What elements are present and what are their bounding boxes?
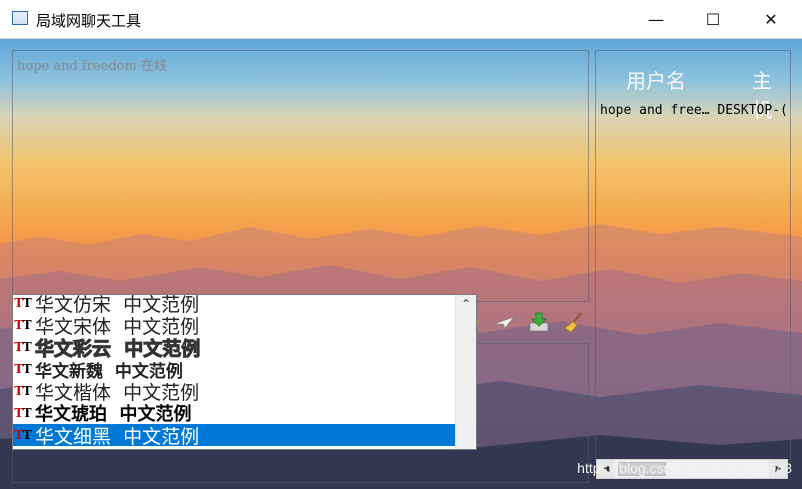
font-dropdown-list[interactable]: TT 华文仿宋 中文范例 TT 华文宋体 中文范例 TT 华文彩云 中文范例 T… [12,294,477,450]
chevron-up-icon[interactable]: ⌃ [456,295,476,313]
maximize-icon: ☐ [705,9,721,29]
truetype-icon: TT [14,362,32,376]
app-icon [12,11,28,25]
close-icon: ✕ [764,9,778,29]
user-table[interactable]: 用户名 主机 hope and free… DESKTOP-( [595,50,791,460]
dropdown-vscrollbar[interactable]: ⌃ [455,295,476,449]
broom-icon [564,312,582,333]
user-name-cell: hope and free… [600,103,710,118]
truetype-icon: TT [14,296,32,310]
truetype-icon: TT [14,340,32,354]
watermark-text: https://blog.csdn.net/qq_41488943 [577,460,792,476]
font-option[interactable]: TT 华文彩云 中文范例 [13,336,456,360]
send-file-button[interactable] [491,310,517,334]
user-host-cell: DESKTOP-( [717,103,788,118]
save-icon [529,312,549,332]
maximize-button[interactable]: ☐ [684,0,742,38]
send-file-icon [493,316,515,329]
font-option-name: 华文细黑 [35,425,112,448]
font-option-sample: 中文范例 [123,425,200,448]
truetype-icon: TT [14,384,32,398]
truetype-icon: TT [14,428,32,442]
title-bar: 局域网聊天工具 — ☐ ✕ [0,0,802,39]
user-header-name: 用户名 [626,69,686,93]
save-button[interactable] [526,310,552,334]
font-option[interactable]: TT 华文楷体 中文范例 [13,380,456,404]
table-row[interactable]: hope and free… DESKTOP-( [600,103,788,118]
message-text: hope and freedom 在线 [17,59,167,74]
clear-button[interactable] [561,310,587,334]
truetype-icon: TT [14,406,32,420]
message-browser[interactable]: hope and freedom 在线 [12,50,589,302]
window-title: 局域网聊天工具 [36,12,142,30]
truetype-icon: TT [14,318,32,332]
close-button[interactable]: ✕ [742,0,800,38]
font-option-selected[interactable]: TT 华文细黑 中文范例 [13,424,456,448]
minimize-icon: — [648,9,664,29]
minimize-button[interactable]: — [627,0,685,38]
